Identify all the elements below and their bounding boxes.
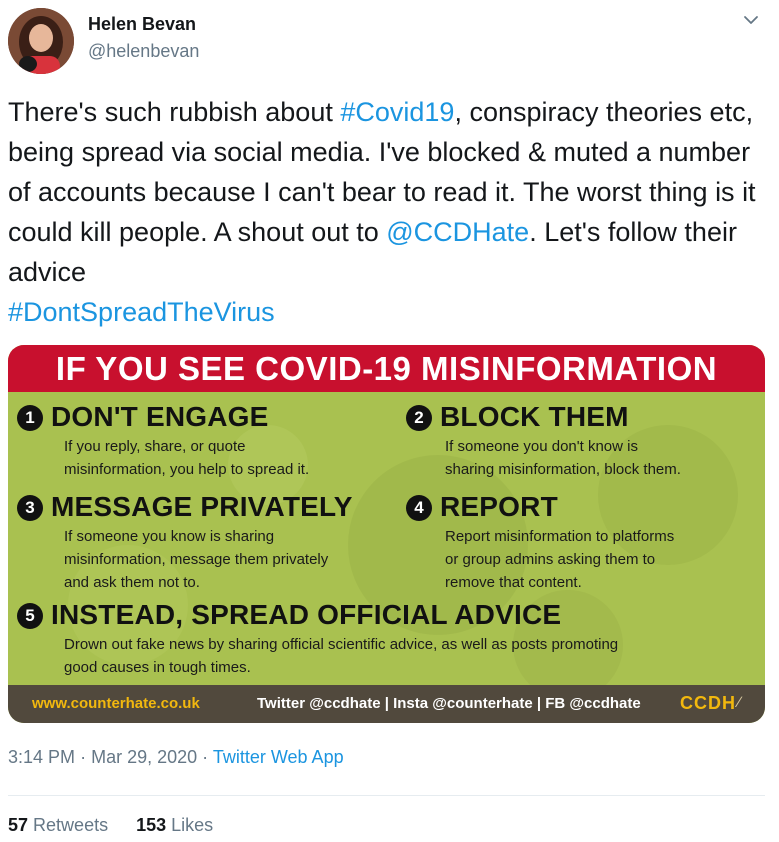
meta-separator: ·: [202, 747, 209, 767]
tip-heading-3: MESSAGE PRIVATELY: [51, 491, 353, 522]
likes-label: Likes: [171, 815, 214, 835]
tip-heading-2: BLOCK THEM: [440, 401, 629, 432]
tip-body-line: misinformation, message them privately: [64, 551, 329, 568]
tip-body-line: and ask them not to.: [64, 574, 200, 591]
mention-ccdhate-link[interactable]: @CCDHate: [386, 217, 529, 247]
leaf-mark-icon: ∕: [738, 694, 741, 711]
meta-separator: ·: [80, 747, 87, 767]
hashtag-dontspreadthevirus-link[interactable]: #DontSpreadTheVirus: [8, 297, 275, 327]
chevron-down-icon[interactable]: [741, 10, 761, 30]
tweet-stats: 57 Retweets 153 Likes: [8, 815, 213, 836]
likes-stat[interactable]: 153 Likes: [136, 815, 213, 835]
tip-body-line: good causes in tough times.: [64, 659, 251, 676]
tweet-date[interactable]: Mar 29, 2020: [91, 747, 197, 767]
ccdh-logo: CCDH: [680, 693, 736, 713]
tip-body-line: If someone you know is sharing: [64, 528, 275, 545]
footer-social-handles: Twitter @ccdhate | Insta @counterhate | …: [257, 695, 641, 712]
tip-body-line: If you reply, share, or quote: [64, 438, 246, 455]
tip-body-line: Drown out fake news by sharing official …: [64, 636, 619, 653]
avatar[interactable]: [8, 8, 74, 74]
tip-body-line: If someone you don't know is: [445, 438, 638, 455]
tweet-image-card[interactable]: IF YOU SEE COVID-19 MISINFORMATION 1 DON…: [8, 345, 765, 723]
tip-heading-4: REPORT: [440, 491, 558, 522]
divider: [8, 795, 765, 796]
tip-number-5: 5: [17, 603, 43, 629]
card-footer: www.counterhate.co.uk Twitter @ccdhate |…: [8, 685, 765, 723]
tweet-source-app-link[interactable]: Twitter Web App: [213, 747, 344, 767]
hashtag-covid19-link[interactable]: #Covid19: [340, 97, 454, 127]
tip-body-line: misinformation, you help to spread it.: [64, 461, 310, 478]
footer-website: www.counterhate.co.uk: [32, 695, 200, 712]
retweets-label: Retweets: [33, 815, 109, 835]
tweet-text-segment: There's such rubbish about: [8, 97, 341, 127]
retweets-count: 57: [8, 815, 29, 835]
tweet-meta: 3:14 PM · Mar 29, 2020 · Twitter Web App: [8, 747, 344, 768]
tip-number-2: 2: [406, 405, 432, 431]
tip-number-3: 3: [17, 495, 43, 521]
tip-body-line: or group admins asking them to: [445, 551, 656, 568]
tip-heading-1: DON'T ENGAGE: [51, 401, 269, 432]
tip-body-line: remove that content.: [445, 574, 582, 591]
retweets-stat[interactable]: 57 Retweets: [8, 815, 108, 835]
user-handle[interactable]: @helenbevan: [88, 41, 199, 62]
likes-count: 153: [136, 815, 167, 835]
user-display-name[interactable]: Helen Bevan: [88, 14, 196, 35]
tweet-time[interactable]: 3:14 PM: [8, 747, 75, 767]
tip-number-4: 4: [406, 495, 432, 521]
avatar-image: [8, 8, 74, 74]
tip-number-1: 1: [17, 405, 43, 431]
tip-body-line: sharing misinformation, block them.: [445, 461, 681, 478]
tip-heading-5: INSTEAD, SPREAD OFFICIAL ADVICE: [51, 599, 562, 630]
card-title: IF YOU SEE COVID-19 MISINFORMATION: [55, 350, 718, 387]
tip-body-line: Report misinformation to platforms: [445, 528, 675, 545]
tweet-text: There's such rubbish about #Covid19, con…: [8, 92, 773, 332]
